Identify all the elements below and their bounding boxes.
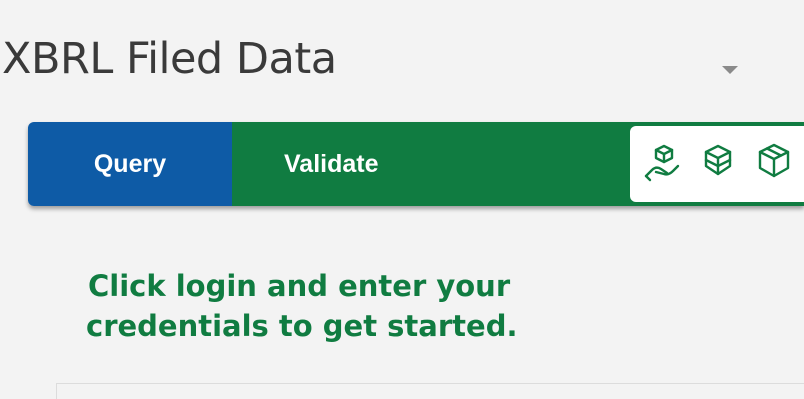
- tab-bar: Query Validate: [28, 122, 804, 206]
- tab-validate[interactable]: Validate: [232, 122, 632, 206]
- login-instructions: Click login and enter your credentials t…: [86, 266, 688, 346]
- tab-validate-label: Validate: [284, 149, 379, 178]
- pane-title: XBRL Filed Data: [2, 34, 337, 84]
- tab-query[interactable]: Query: [28, 122, 232, 206]
- cube-arrow-icon[interactable]: [698, 142, 738, 182]
- cube-outline-icon[interactable]: [754, 142, 794, 182]
- hand-cube-icon[interactable]: [642, 142, 682, 182]
- pane-header: XBRL Filed Data: [0, 0, 804, 108]
- divider: [56, 383, 804, 384]
- login-instructions-line2: credentials to get started.: [86, 309, 518, 343]
- caret-down-icon[interactable]: [722, 66, 738, 74]
- login-instructions-line1: Click login and enter your: [88, 269, 511, 303]
- task-pane: XBRL Filed Data Query Validate Click log…: [0, 0, 804, 399]
- divider-vertical: [56, 384, 57, 399]
- toolbar-icon-group: [630, 126, 804, 202]
- tab-query-label: Query: [93, 149, 167, 178]
